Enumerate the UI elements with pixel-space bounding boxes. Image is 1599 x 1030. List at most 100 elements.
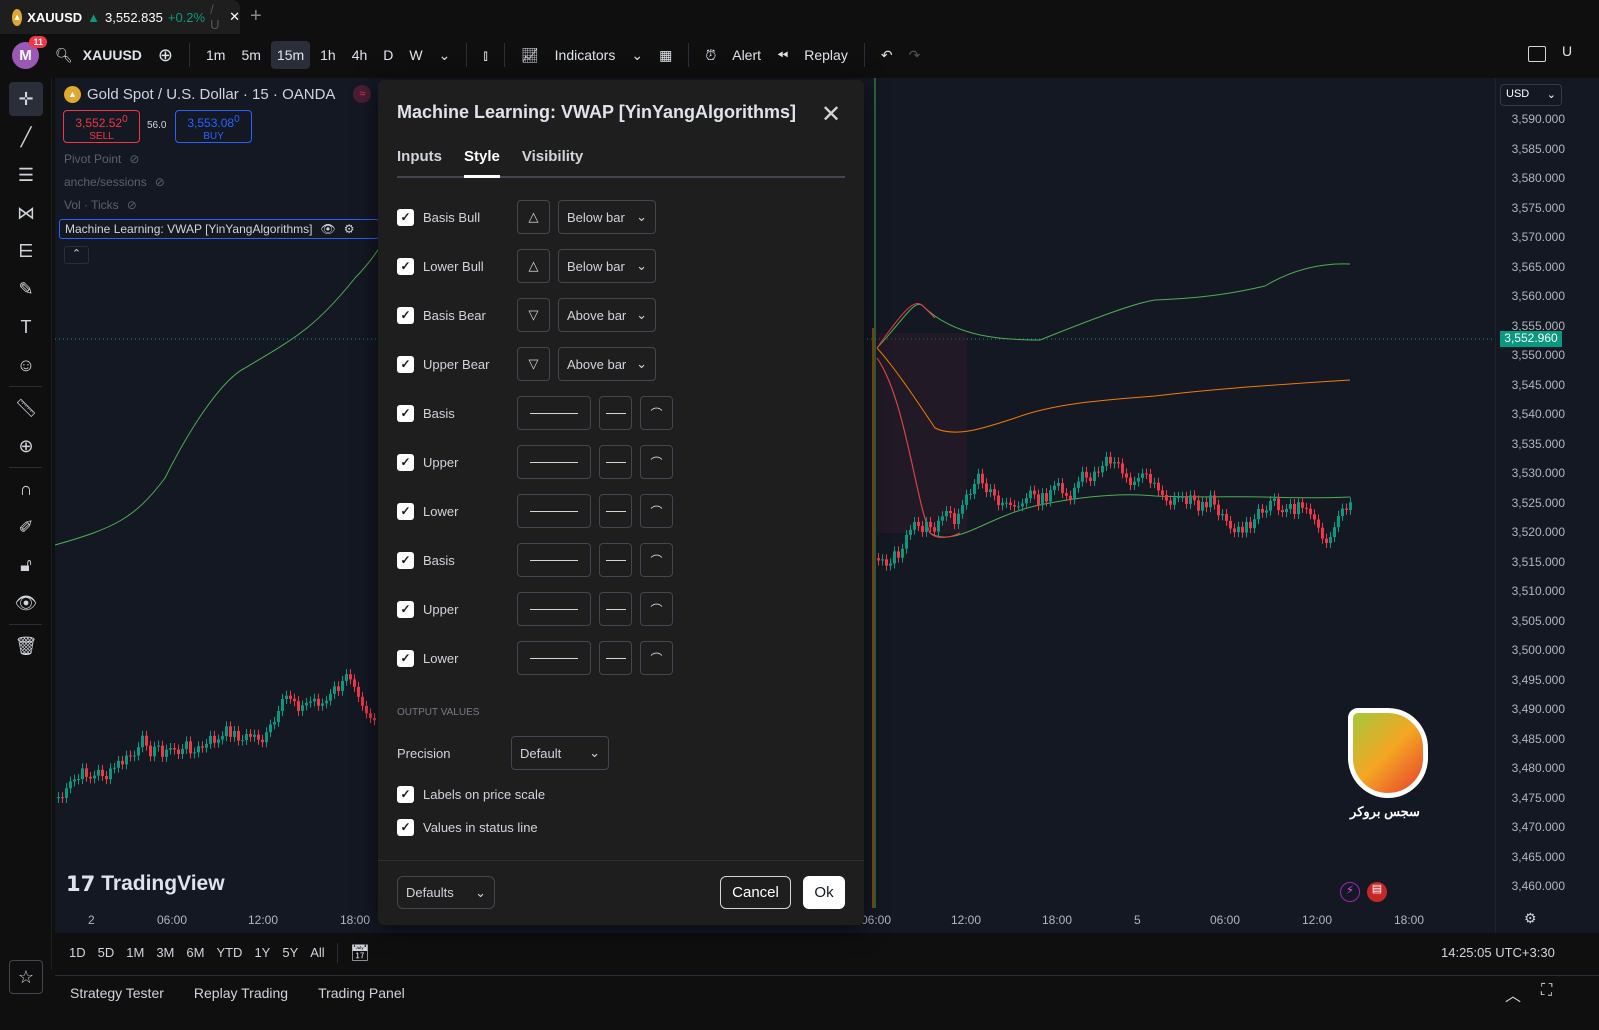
shape-picker[interactable]: ▽ — [517, 298, 550, 332]
line-width-select[interactable] — [599, 396, 632, 430]
location-select[interactable]: Below bar ⌄ — [558, 249, 656, 283]
line-width-select[interactable] — [599, 445, 632, 479]
lightning-icon[interactable]: ⚡︎ — [1340, 882, 1360, 902]
range-1m[interactable]: 1M — [126, 945, 144, 960]
interval-1m[interactable]: 1m — [200, 41, 231, 69]
checkbox[interactable]: ✓ — [397, 208, 414, 226]
compare-add-icon[interactable]: ⊕ — [152, 39, 179, 72]
eye-icon[interactable]: 👁︎ — [320, 222, 335, 236]
brush-icon[interactable]: ✎ — [9, 272, 43, 306]
redo-icon[interactable]: ↷ — [903, 41, 927, 70]
lock-drawing-icon[interactable]: ✐ — [9, 510, 43, 544]
maximize-icon[interactable]: ⛶ — [1541, 982, 1552, 1000]
interval-1h[interactable]: 1h — [314, 41, 342, 69]
calendar-icon[interactable]: 📅︎ — [336, 942, 370, 963]
line-style-select[interactable]: ⌒ — [640, 396, 673, 430]
location-select[interactable]: Above bar ⌄ — [558, 347, 656, 381]
symbol-search[interactable]: XAUUSD — [77, 41, 148, 69]
checkbox[interactable]: ✓ — [397, 600, 414, 618]
close-tab-icon[interactable]: ✕ — [229, 9, 240, 25]
shape-picker[interactable]: △ — [517, 200, 550, 234]
line-width-select[interactable] — [599, 592, 632, 626]
interval-5m[interactable]: 5m — [235, 41, 266, 69]
color-picker[interactable] — [517, 592, 591, 626]
indicator-legend-ml-vwap[interactable]: Machine Learning: VWAP [YinYangAlgorithm… — [59, 219, 379, 239]
pattern-icon[interactable]: ⋈ — [9, 196, 43, 230]
indicators-button[interactable]: Indicators — [549, 41, 622, 69]
currency-select[interactable]: USD ⌄ — [1500, 84, 1562, 106]
undo-icon[interactable]: ↶ — [875, 41, 899, 70]
eye-hidden-icon[interactable]: ⊘ — [129, 152, 139, 166]
text-icon[interactable]: T — [9, 310, 43, 344]
alert-icon[interactable]: ⏰︎ — [699, 41, 722, 70]
interval-15m[interactable]: 15m — [270, 41, 311, 69]
interval-4h[interactable]: 4h — [346, 41, 374, 69]
indicator-legend-sessions[interactable]: anche/sessions ⊘ — [64, 175, 165, 189]
color-picker[interactable] — [517, 494, 591, 528]
checkbox[interactable]: ✓ — [397, 551, 414, 569]
labels-on-price-scale-row[interactable]: ✓ Labels on price scale — [397, 777, 545, 811]
collapse-legend-icon[interactable]: ⌃ — [64, 246, 89, 264]
chevron-down-icon[interactable]: ⌄ — [625, 41, 649, 70]
checkbox[interactable]: ✓ — [397, 257, 414, 275]
line-style-select[interactable]: ⌒ — [640, 445, 673, 479]
zoom-in-icon[interactable]: ⊕ — [9, 429, 43, 463]
alert-button[interactable]: Alert — [726, 41, 767, 69]
fullscreen-icon[interactable] — [1528, 46, 1546, 62]
color-picker[interactable] — [517, 641, 591, 675]
eye-icon[interactable]: 👁︎ — [9, 586, 43, 620]
checkbox[interactable]: ✓ — [397, 404, 414, 422]
line-style-select[interactable]: ⌒ — [640, 592, 673, 626]
color-picker[interactable] — [517, 445, 591, 479]
chart-tab[interactable]: ▲ XAUUSD ▲ 3,552.835 +0.2% / U ✕ — [0, 0, 240, 34]
color-picker[interactable] — [517, 543, 591, 577]
tab-inputs[interactable]: Inputs — [397, 148, 442, 176]
range-all[interactable]: All — [310, 945, 324, 960]
emoji-icon[interactable]: ☺ — [9, 348, 43, 382]
line-style-select[interactable]: ⌒ — [640, 641, 673, 675]
checkbox-values-in-status-line[interactable]: ✓ — [397, 818, 414, 836]
location-select[interactable]: Below bar ⌄ — [558, 200, 656, 234]
tab-strategy-tester[interactable]: Strategy Tester — [70, 985, 164, 1001]
watchlist-star-icon[interactable]: ☆ — [9, 960, 43, 994]
checkbox[interactable]: ✓ — [397, 306, 414, 324]
crosshair-icon[interactable]: ✛ — [9, 82, 43, 116]
line-width-select[interactable] — [599, 494, 632, 528]
location-select[interactable]: Above bar ⌄ — [558, 298, 656, 332]
fib-icon[interactable]: ☰ — [9, 158, 43, 192]
range-1y[interactable]: 1Y — [254, 945, 270, 960]
replay-button[interactable]: Replay — [798, 41, 854, 69]
shape-picker[interactable]: △ — [517, 249, 550, 283]
shape-picker[interactable]: ▽ — [517, 347, 550, 381]
tab-replay-trading[interactable]: Replay Trading — [194, 985, 288, 1001]
range-5y[interactable]: 5Y — [282, 945, 298, 960]
color-picker[interactable] — [517, 396, 591, 430]
chevron-down-icon[interactable]: ⌄ — [433, 41, 457, 70]
buy-button[interactable]: 3,553.080 BUY — [175, 110, 252, 143]
checkbox-labels-on-price-scale[interactable]: ✓ — [397, 785, 414, 803]
tab-trading-panel[interactable]: Trading Panel — [318, 985, 405, 1001]
trash-icon[interactable]: 🗑︎ — [9, 629, 43, 663]
avatar[interactable]: M 11 — [12, 35, 47, 69]
magnet-icon[interactable]: ∩ — [9, 472, 43, 506]
chart-type-candles-icon[interactable]: ⫾ — [477, 41, 493, 70]
line-style-select[interactable]: ⌒ — [640, 494, 673, 528]
defaults-dropdown[interactable]: Defaults ⌄ — [397, 876, 495, 909]
price-scale[interactable]: 3,590.000 3,585.000 3,580.000 3,575.000 3,57… — [1495, 78, 1599, 933]
tab-style[interactable]: Style — [464, 148, 500, 178]
replay-icon[interactable]: ⏪︎ — [771, 41, 794, 70]
eye-hidden-icon[interactable]: ⊘ — [155, 175, 165, 189]
indicator-legend-vol[interactable]: Vol · Ticks ⊘ — [64, 198, 137, 212]
values-in-status-line-row[interactable]: ✓ Values in status line — [397, 810, 538, 844]
eye-hidden-icon[interactable]: ⊘ — [127, 198, 137, 212]
ok-button[interactable]: Ok — [803, 876, 845, 909]
checkbox[interactable]: ✓ — [397, 355, 414, 373]
settings-icon[interactable]: ⚙︎ — [344, 222, 355, 236]
range-5d[interactable]: 5D — [98, 945, 115, 960]
indicator-legend-pivot[interactable]: Pivot Point ⊘ — [64, 152, 139, 166]
sell-button[interactable]: 3,552.520 SELL — [63, 110, 140, 143]
checkbox[interactable]: ✓ — [397, 502, 414, 520]
interval-w[interactable]: W — [403, 41, 428, 69]
range-ytd[interactable]: YTD — [216, 945, 242, 960]
checkbox[interactable]: ✓ — [397, 649, 414, 667]
